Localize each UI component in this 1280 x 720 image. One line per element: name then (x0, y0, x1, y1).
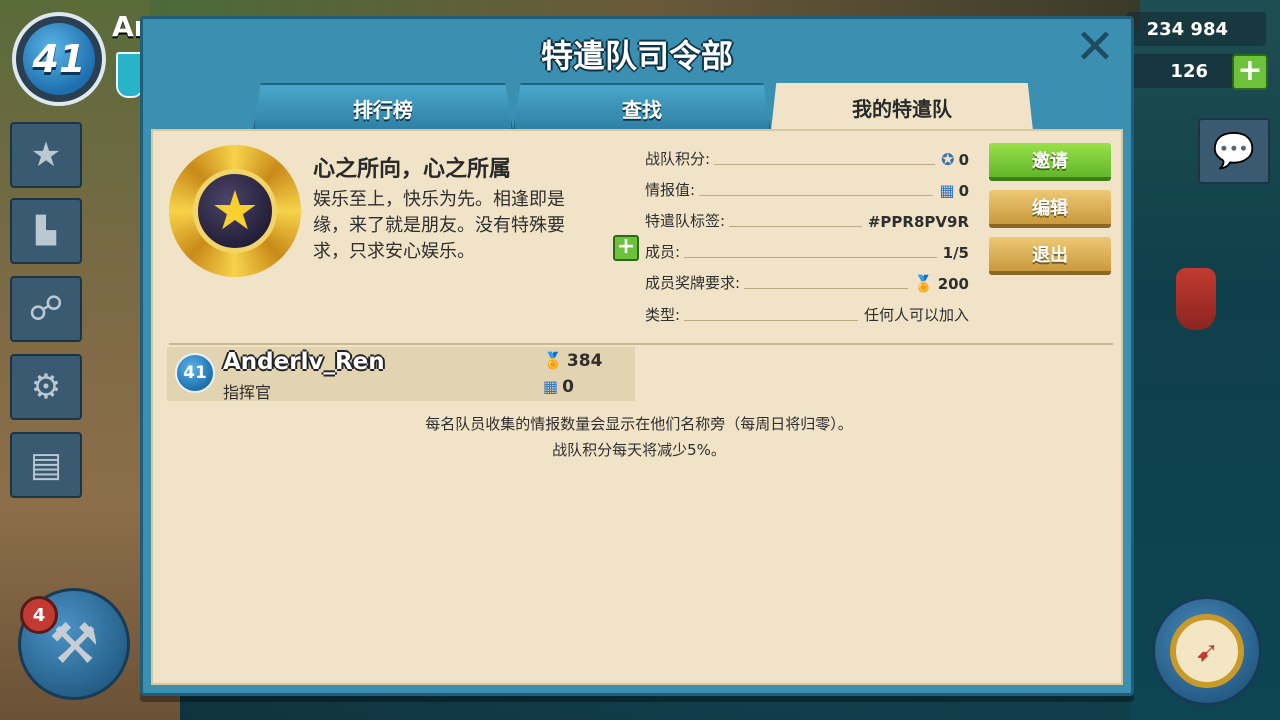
stat-points: 战队积分: ✪ 0 (645, 143, 969, 169)
people-network-icon: ☍ (28, 289, 64, 329)
points-decay-note: 战队积分每天将减少5%。 (552, 441, 726, 459)
stat-medal-requirement-value: 200 (937, 275, 969, 293)
stat-type-value: 任何人可以加入 (863, 306, 969, 324)
stat-tag-label: 特遣队标签: (645, 212, 726, 230)
stat-members: 成员: 1/5 (645, 236, 969, 262)
medal-icon: 🏅 (543, 351, 563, 370)
newspaper-icon: ▤ (29, 445, 63, 485)
medal-icon: 🏅 (913, 274, 934, 293)
diamond-amount: 126 (1170, 60, 1208, 82)
stat-medal-requirement: 成员奖牌要求: 🏅 200 (645, 267, 969, 293)
leave-button[interactable]: 退出 (989, 237, 1111, 275)
buoy-decoration (1176, 268, 1216, 330)
intel-reset-note: 每名队员收集的情报数量会显示在他们名称旁（每周日将归零）。 (425, 415, 853, 433)
chat-button[interactable]: 💬 (1198, 118, 1270, 184)
taskforce-menu-button[interactable]: ☍ (10, 276, 82, 342)
member-medals: 🏅 384 (543, 351, 602, 371)
tab-search[interactable]: 查找 (513, 83, 771, 131)
intel-map-icon: ▦ (543, 377, 559, 396)
member-row[interactable]: 41 Anderlv_Ren 指挥官 🏅 384 ▦ 0 (167, 347, 635, 402)
stat-type: 类型: 任何人可以加入 (645, 299, 969, 325)
gear-icon: ⚙ (30, 367, 62, 407)
stat-members-label: 成员: (645, 243, 681, 261)
compass-icon: ➹ (1170, 614, 1244, 688)
taskforce-hq-dialog: 特遣队司令部 ✕ 排行榜 查找 我的特遣队 ★ 心之所向，心之所属 娱乐至上，快… (140, 16, 1134, 696)
news-menu-button[interactable]: ▤ (10, 432, 82, 498)
tab-leaderboard[interactable]: 排行榜 (253, 83, 513, 131)
star-emblem-icon: ★ (167, 143, 303, 279)
intel-map-icon: ▦ (939, 181, 955, 200)
my-taskforce-panel: ★ 心之所向，心之所属 娱乐至上，快乐为先。相逢即是缘，来了就是朋友。没有特殊要… (151, 129, 1123, 685)
podium-icon: ▙ (36, 216, 56, 246)
stat-intel-label: 情报值: (645, 181, 696, 199)
member-medals-value: 384 (566, 351, 603, 371)
stat-intel-value: 0 (958, 182, 969, 200)
section-divider (169, 343, 1113, 345)
stat-points-label: 战队积分: (645, 150, 711, 168)
chat-bubble-icon: 💬 (1212, 131, 1256, 171)
stat-tag: 特遣队标签: #PPR8PV9R (645, 205, 969, 231)
member-intel: ▦ 0 (543, 377, 574, 397)
map-compass-button[interactable]: ➹ (1152, 596, 1262, 706)
builder-count-badge: 4 (20, 596, 58, 634)
member-role: 指挥官 (223, 383, 272, 402)
gold-counter: 234 984 (1126, 12, 1266, 46)
member-name: Anderlv_Ren (223, 349, 385, 375)
team-description: 娱乐至上，快乐为先。相逢即是缘，来了就是朋友。没有特殊要求，只求安心娱乐。 (313, 189, 565, 262)
invite-button[interactable]: 邀请 (989, 143, 1111, 181)
stat-type-label: 类型: (645, 306, 681, 324)
member-level-badge: 41 (175, 353, 215, 393)
member-intel-value: 0 (562, 377, 574, 397)
edit-button[interactable]: 编辑 (989, 190, 1111, 228)
stat-medal-requirement-label: 成员奖牌要求: (645, 274, 741, 292)
tab-my-taskforce[interactable]: 我的特遣队 (771, 83, 1033, 131)
stars-icon: ★ (30, 135, 62, 175)
settings-menu-button[interactable]: ⚙ (10, 354, 82, 420)
winged-badge-icon: ✪ (941, 150, 955, 169)
leaderboard-menu-button[interactable]: ▙ (10, 198, 82, 264)
player-level-badge[interactable]: 41 (12, 12, 106, 106)
buy-diamonds-button[interactable]: + (1232, 54, 1268, 90)
close-icon[interactable]: ✕ (1073, 23, 1117, 71)
dialog-title: 特遣队司令部 (540, 37, 733, 75)
stars-menu-button[interactable]: ★ (10, 122, 82, 188)
stat-intel: 情报值: ▦ 0 (645, 174, 969, 200)
stat-points-value: 0 (958, 151, 969, 169)
stat-tag-value: #PPR8PV9R (867, 213, 969, 231)
gold-amount: 234 984 (1146, 18, 1228, 40)
player-level: 41 (23, 23, 95, 95)
stat-members-value: 1/5 (942, 244, 969, 262)
team-name: 心之所向，心之所属 (313, 157, 512, 182)
add-member-button[interactable]: + (613, 235, 639, 261)
